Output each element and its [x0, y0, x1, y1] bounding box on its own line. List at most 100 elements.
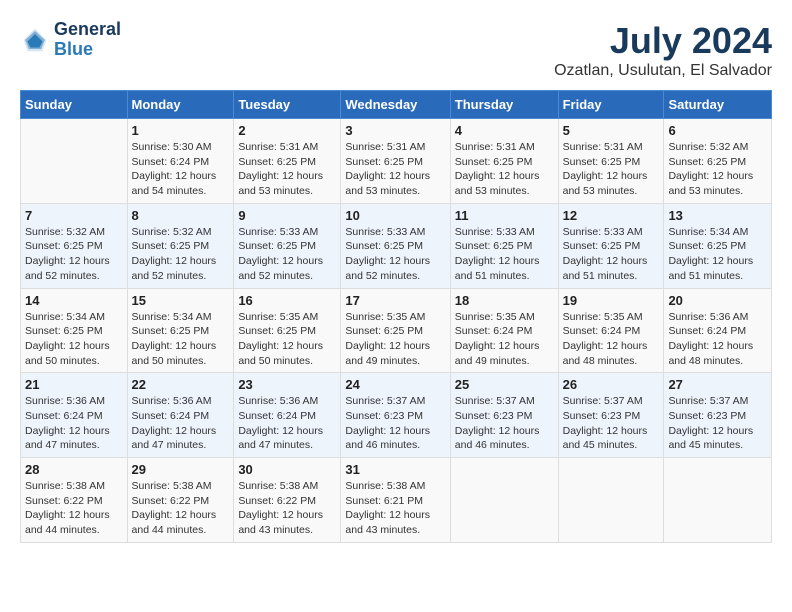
- day-info: Sunrise: 5:33 AM Sunset: 6:25 PM Dayligh…: [238, 225, 336, 284]
- day-number: 8: [132, 208, 230, 223]
- day-info: Sunrise: 5:38 AM Sunset: 6:22 PM Dayligh…: [132, 479, 230, 538]
- calendar-cell: 7 Sunrise: 5:32 AM Sunset: 6:25 PM Daylig…: [21, 203, 128, 288]
- day-number: 14: [25, 293, 123, 308]
- calendar-cell: [558, 458, 664, 543]
- header-thursday: Thursday: [450, 91, 558, 119]
- calendar-cell: 20 Sunrise: 5:36 AM Sunset: 6:24 PM Dayli…: [664, 288, 772, 373]
- day-number: 15: [132, 293, 230, 308]
- day-number: 31: [345, 462, 445, 477]
- day-info: Sunrise: 5:35 AM Sunset: 6:25 PM Dayligh…: [238, 310, 336, 369]
- calendar-cell: 6 Sunrise: 5:32 AM Sunset: 6:25 PM Daylig…: [664, 119, 772, 204]
- calendar-cell: [450, 458, 558, 543]
- day-info: Sunrise: 5:35 AM Sunset: 6:24 PM Dayligh…: [455, 310, 554, 369]
- day-number: 16: [238, 293, 336, 308]
- day-number: 20: [668, 293, 767, 308]
- day-info: Sunrise: 5:37 AM Sunset: 6:23 PM Dayligh…: [345, 394, 445, 453]
- logo: General Blue: [20, 20, 121, 60]
- day-number: 24: [345, 377, 445, 392]
- calendar-cell: 8 Sunrise: 5:32 AM Sunset: 6:25 PM Daylig…: [127, 203, 234, 288]
- day-number: 18: [455, 293, 554, 308]
- header-wednesday: Wednesday: [341, 91, 450, 119]
- day-info: Sunrise: 5:35 AM Sunset: 6:24 PM Dayligh…: [563, 310, 660, 369]
- title-block: July 2024 Ozatlan, Usulutan, El Salvador: [554, 20, 772, 80]
- day-info: Sunrise: 5:36 AM Sunset: 6:24 PM Dayligh…: [132, 394, 230, 453]
- calendar-cell: 10Sunrise: 5:33 AM Sunset: 6:25 PM Dayli…: [341, 203, 450, 288]
- day-info: Sunrise: 5:31 AM Sunset: 6:25 PM Dayligh…: [563, 140, 660, 199]
- logo-icon: [20, 25, 50, 55]
- day-number: 13: [668, 208, 767, 223]
- day-info: Sunrise: 5:35 AM Sunset: 6:25 PM Dayligh…: [345, 310, 445, 369]
- calendar-cell: 28Sunrise: 5:38 AM Sunset: 6:22 PM Dayli…: [21, 458, 128, 543]
- day-info: Sunrise: 5:31 AM Sunset: 6:25 PM Dayligh…: [345, 140, 445, 199]
- calendar-cell: 31 Sunrise: 5:38 AM Sunset: 6:21 PM Dayli…: [341, 458, 450, 543]
- month-title: July 2024: [554, 20, 772, 62]
- day-number: 29: [132, 462, 230, 477]
- header-friday: Friday: [558, 91, 664, 119]
- day-number: 10: [345, 208, 445, 223]
- calendar-cell: 17 Sunrise: 5:35 AM Sunset: 6:25 PM Dayli…: [341, 288, 450, 373]
- header-saturday: Saturday: [664, 91, 772, 119]
- day-number: 5: [563, 123, 660, 138]
- day-number: 3: [345, 123, 445, 138]
- day-info: Sunrise: 5:34 AM Sunset: 6:25 PM Dayligh…: [668, 225, 767, 284]
- day-number: 11: [455, 208, 554, 223]
- calendar-cell: 29 Sunrise: 5:38 AM Sunset: 6:22 PM Dayli…: [127, 458, 234, 543]
- calendar-cell: 23Sunrise: 5:36 AM Sunset: 6:24 PM Dayli…: [234, 373, 341, 458]
- day-number: 25: [455, 377, 554, 392]
- calendar-table: SundayMondayTuesdayWednesdayThursdayFrid…: [20, 90, 772, 543]
- day-info: Sunrise: 5:32 AM Sunset: 6:25 PM Dayligh…: [668, 140, 767, 199]
- calendar-cell: 16 Sunrise: 5:35 AM Sunset: 6:25 PM Dayli…: [234, 288, 341, 373]
- day-info: Sunrise: 5:36 AM Sunset: 6:24 PM Dayligh…: [668, 310, 767, 369]
- calendar-week-row: 28 Sunrise: 5:38 AM Sunset: 6:22 PM Dayli…: [21, 458, 772, 543]
- day-info: Sunrise: 5:36 AM Sunset: 6:24 PM Dayligh…: [25, 394, 123, 453]
- day-info: Sunrise: 5:32 AM Sunset: 6:25 PM Dayligh…: [132, 225, 230, 284]
- calendar-cell: 22 Sunrise: 5:36 AM Sunset: 6:24 PM Dayli…: [127, 373, 234, 458]
- calendar-cell: 13 Sunrise: 5:34 AM Sunset: 6:25 PM Dayli…: [664, 203, 772, 288]
- day-number: 1: [132, 123, 230, 138]
- day-info: Sunrise: 5:38 AM Sunset: 6:21 PM Dayligh…: [345, 479, 445, 538]
- page-header: General Blue July 2024 Ozatlan, Usulutan…: [20, 20, 772, 80]
- calendar-cell: 25Sunrise: 5:37 AM Sunset: 6:23 PM Dayli…: [450, 373, 558, 458]
- day-number: 9: [238, 208, 336, 223]
- day-number: 23: [238, 377, 336, 392]
- header-sunday: Sunday: [21, 91, 128, 119]
- calendar-cell: 14Sunrise: 5:34 AM Sunset: 6:25 PM Dayli…: [21, 288, 128, 373]
- day-info: Sunrise: 5:31 AM Sunset: 6:25 PM Dayligh…: [455, 140, 554, 199]
- calendar-cell: 19Sunrise: 5:35 AM Sunset: 6:24 PM Dayli…: [558, 288, 664, 373]
- calendar-cell: 18 Sunrise: 5:35 AM Sunset: 6:24 PM Dayli…: [450, 288, 558, 373]
- day-number: 7: [25, 208, 123, 223]
- calendar-cell: 27Sunrise: 5:37 AM Sunset: 6:23 PM Dayli…: [664, 373, 772, 458]
- day-number: 17: [345, 293, 445, 308]
- calendar-week-row: 7 Sunrise: 5:32 AM Sunset: 6:25 PM Daylig…: [21, 203, 772, 288]
- day-info: Sunrise: 5:34 AM Sunset: 6:25 PM Dayligh…: [132, 310, 230, 369]
- location: Ozatlan, Usulutan, El Salvador: [554, 62, 772, 80]
- calendar-cell: 1 Sunrise: 5:30 AM Sunset: 6:24 PM Daylig…: [127, 119, 234, 204]
- day-info: Sunrise: 5:32 AM Sunset: 6:25 PM Dayligh…: [25, 225, 123, 284]
- calendar-cell: 5 Sunrise: 5:31 AM Sunset: 6:25 PM Daylig…: [558, 119, 664, 204]
- day-number: 22: [132, 377, 230, 392]
- day-info: Sunrise: 5:38 AM Sunset: 6:22 PM Dayligh…: [238, 479, 336, 538]
- day-number: 6: [668, 123, 767, 138]
- calendar-cell: 3 Sunrise: 5:31 AM Sunset: 6:25 PM Daylig…: [341, 119, 450, 204]
- calendar-cell: [664, 458, 772, 543]
- calendar-cell: 30 Sunrise: 5:38 AM Sunset: 6:22 PM Dayli…: [234, 458, 341, 543]
- day-info: Sunrise: 5:37 AM Sunset: 6:23 PM Dayligh…: [563, 394, 660, 453]
- header-monday: Monday: [127, 91, 234, 119]
- day-number: 4: [455, 123, 554, 138]
- calendar-cell: 21 Sunrise: 5:36 AM Sunset: 6:24 PM Dayli…: [21, 373, 128, 458]
- day-info: Sunrise: 5:31 AM Sunset: 6:25 PM Dayligh…: [238, 140, 336, 199]
- day-number: 12: [563, 208, 660, 223]
- day-number: 28: [25, 462, 123, 477]
- day-info: Sunrise: 5:30 AM Sunset: 6:24 PM Dayligh…: [132, 140, 230, 199]
- day-number: 21: [25, 377, 123, 392]
- calendar-cell: 26 Sunrise: 5:37 AM Sunset: 6:23 PM Dayli…: [558, 373, 664, 458]
- calendar-week-row: 1 Sunrise: 5:30 AM Sunset: 6:24 PM Daylig…: [21, 119, 772, 204]
- day-number: 30: [238, 462, 336, 477]
- day-number: 27: [668, 377, 767, 392]
- logo-text: General Blue: [54, 20, 121, 60]
- calendar-cell: 9 Sunrise: 5:33 AM Sunset: 6:25 PM Daylig…: [234, 203, 341, 288]
- day-number: 2: [238, 123, 336, 138]
- day-info: Sunrise: 5:33 AM Sunset: 6:25 PM Dayligh…: [455, 225, 554, 284]
- day-number: 26: [563, 377, 660, 392]
- calendar-cell: 11 Sunrise: 5:33 AM Sunset: 6:25 PM Dayli…: [450, 203, 558, 288]
